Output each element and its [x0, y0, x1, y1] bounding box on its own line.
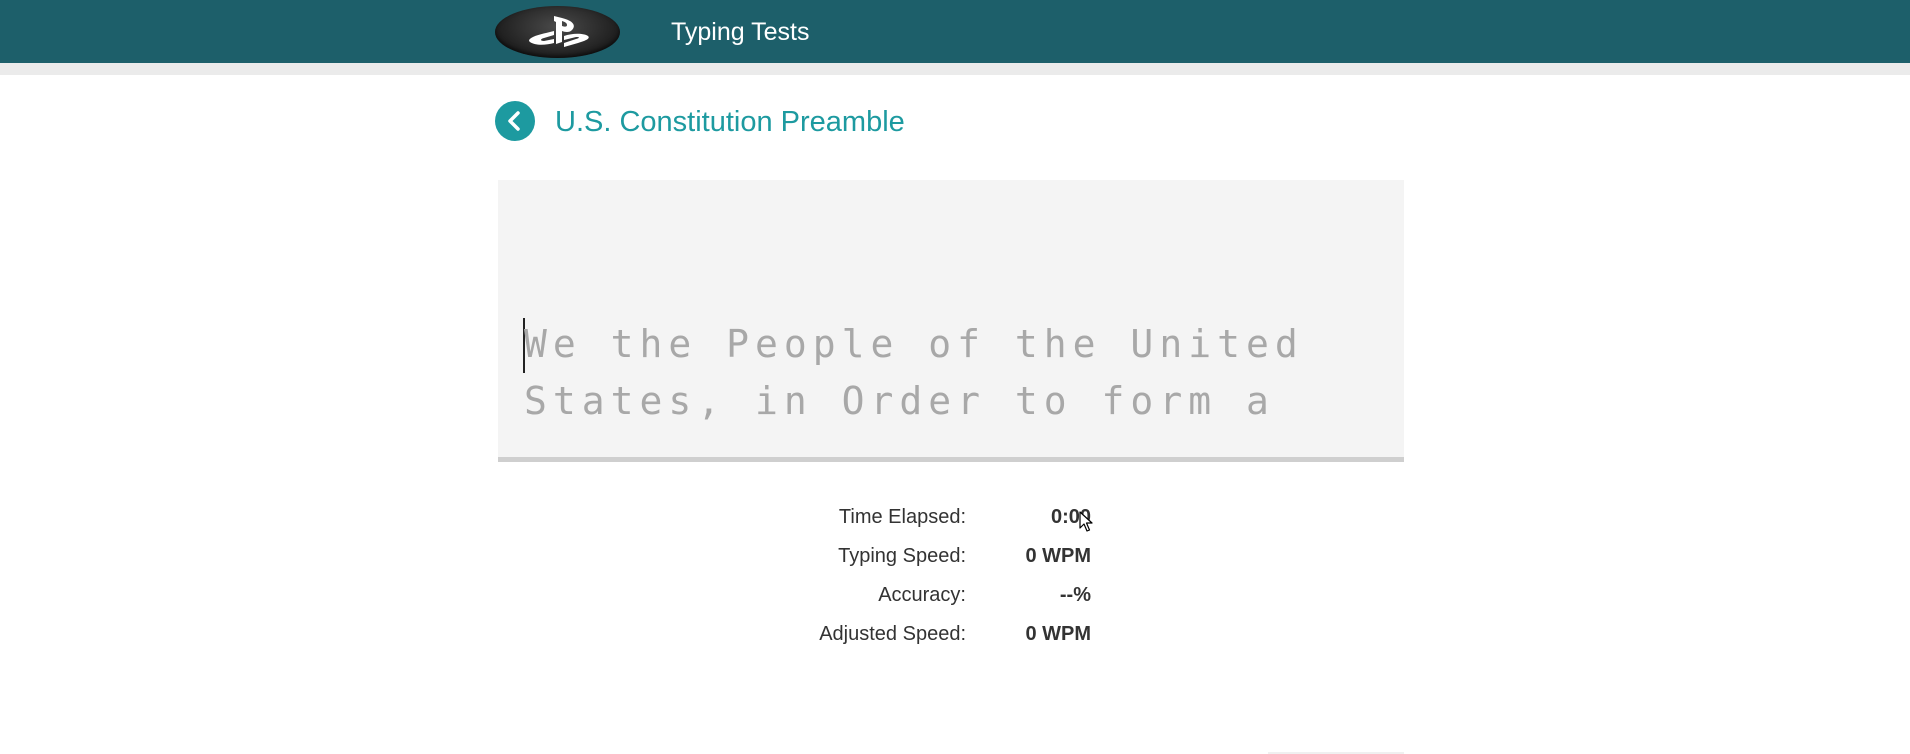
stat-value: 0 WPM — [1025, 545, 1091, 567]
stat-typing-speed: Typing Speed: 0 WPM — [780, 541, 1100, 580]
typing-area[interactable]: We the People of the United States, in O… — [498, 180, 1404, 462]
stats-panel: Time Elapsed: 0:00 Typing Speed: 0 WPM A… — [780, 502, 1100, 658]
stat-label: Adjusted Speed: — [819, 623, 966, 645]
stat-value: 0 WPM — [1025, 623, 1091, 645]
stat-adjusted-speed: Adjusted Speed: 0 WPM — [780, 619, 1100, 658]
stat-time-elapsed: Time Elapsed: 0:00 — [780, 502, 1100, 541]
mouse-pointer-icon — [1079, 511, 1093, 532]
back-button[interactable] — [495, 101, 535, 141]
typing-passage: We the People of the United States, in O… — [524, 322, 1333, 423]
app-title[interactable]: Typing Tests — [671, 16, 810, 48]
stat-label: Time Elapsed: — [838, 506, 966, 528]
stat-label: Typing Speed: — [838, 545, 966, 567]
chevron-left-icon — [508, 111, 520, 131]
stat-value: --% — [1059, 584, 1091, 606]
stat-accuracy: Accuracy: --% — [780, 580, 1100, 619]
stat-label: Accuracy: — [878, 584, 966, 606]
page-title: U.S. Constitution Preamble — [555, 106, 905, 138]
top-header-bar: Typing Tests — [0, 0, 1910, 63]
header-divider — [0, 63, 1910, 75]
playstation-logo-icon[interactable] — [495, 6, 620, 58]
